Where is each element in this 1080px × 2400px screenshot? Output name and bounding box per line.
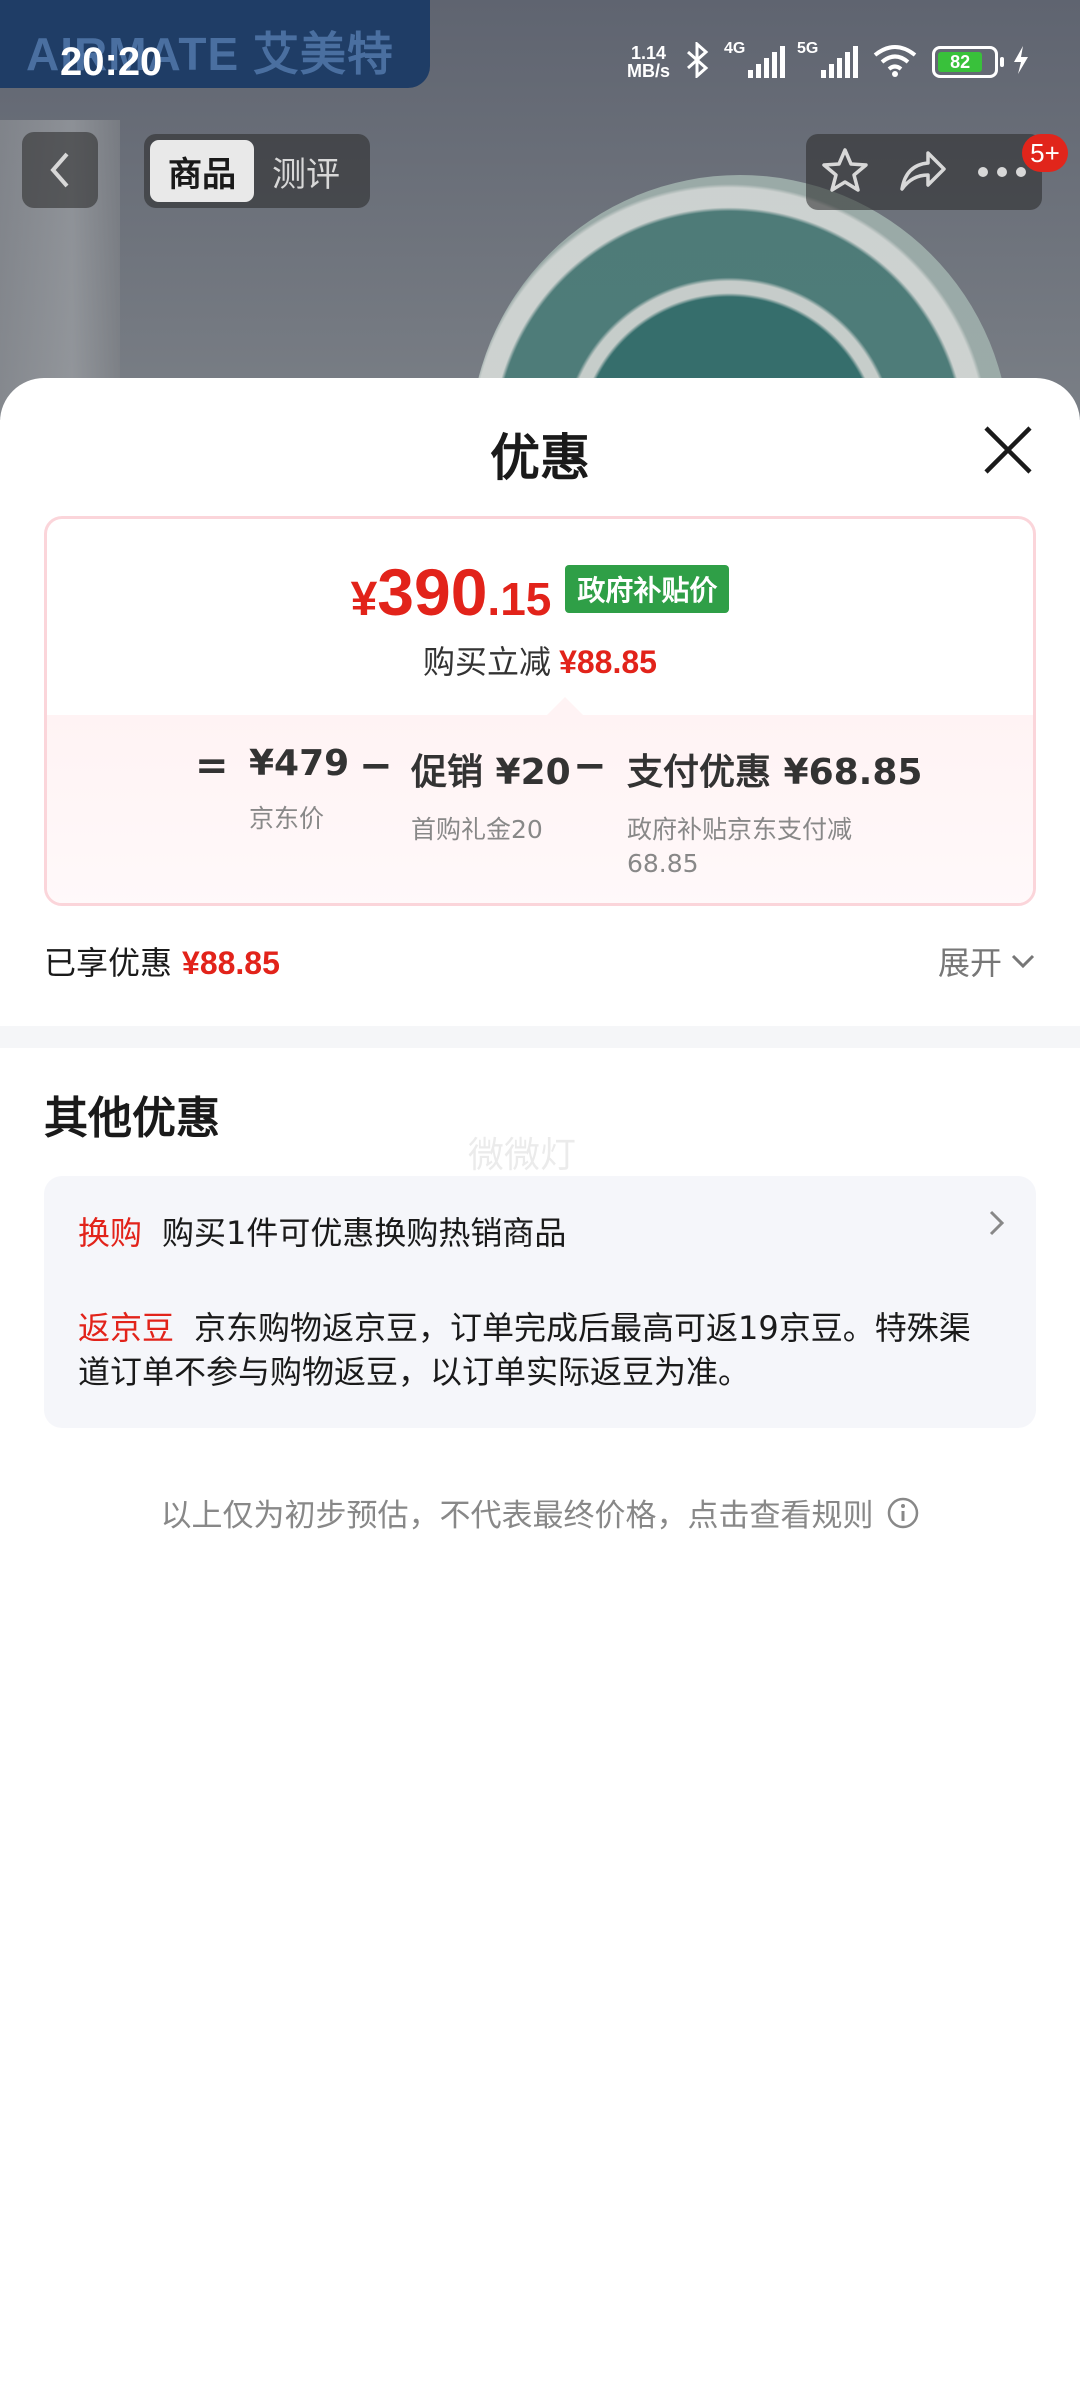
jd-beans-offer: 返京豆 京东购物返京豆，订单完成后最高可返19京豆。特殊渠道订单不参与购物返豆，以… <box>78 1306 998 1394</box>
promotion-label: 首购礼金20 <box>411 815 543 844</box>
payment-discount-label: 政府补贴京东支付减 68.85 <box>627 813 922 881</box>
favorite-star-icon[interactable] <box>821 146 869 198</box>
price-breakdown: = ¥479 京东价 − 促销 ¥20 首购礼金20 − 支付优惠 ¥68.85… <box>47 697 1033 903</box>
status-icons: 1.14 MB/s 4G 5G 82 <box>627 40 1030 82</box>
jd-price-label: 京东价 <box>249 804 325 833</box>
more-icon[interactable] <box>977 163 1027 182</box>
section-divider <box>0 1026 1080 1048</box>
other-offers-title: 其他优惠 <box>44 1093 220 1144</box>
trade-in-offer[interactable]: 换购 购买1件可优惠换购热销商品 <box>78 1208 566 1254</box>
chevron-left-icon <box>50 152 69 188</box>
signal-4g-label: 4G <box>724 40 746 57</box>
instant-discount-amount: ¥88.85 <box>559 644 657 680</box>
expand-button[interactable]: 展开 <box>938 938 1036 984</box>
jd-beans-tag: 返京豆 <box>78 1309 175 1347</box>
rules-footnote[interactable]: 以上仅为初步预估，不代表最终价格，点击查看规则 <box>0 1490 1080 1535</box>
status-bar: 20:20 1.14 MB/s 4G 5G 82 <box>0 0 1080 120</box>
breakdown-promotion: 促销 ¥20 首购礼金20 <box>411 743 571 847</box>
close-button[interactable] <box>978 420 1038 480</box>
network-speed-value: 1.14 <box>630 43 667 63</box>
chevron-right-icon[interactable] <box>988 1208 1006 1242</box>
wifi-icon <box>872 43 918 81</box>
minus-sign: − <box>359 743 393 789</box>
signal-5g-label: 5G <box>797 40 819 57</box>
jd-price-value: ¥479 <box>249 743 350 784</box>
tab-review[interactable]: 测评 <box>254 140 358 202</box>
network-speed-unit: MB/s <box>626 61 670 81</box>
breakdown-jd-price: ¥479 京东价 <box>249 743 349 836</box>
charging-icon <box>1012 45 1030 79</box>
price-summary-card: ¥390.15 政府补贴价 购买立减 ¥88.85 = ¥479 京东价 − 促销… <box>44 516 1036 906</box>
trade-in-tag: 换购 <box>78 1214 143 1252</box>
payment-discount-label-line2: 68.85 <box>627 849 699 878</box>
network-speed: 1.14 MB/s <box>627 44 670 80</box>
expand-label: 展开 <box>937 944 1002 982</box>
payment-discount-value: 支付优惠 ¥68.85 <box>627 752 923 793</box>
close-icon <box>984 426 1032 474</box>
message-count-badge: 5+ <box>1022 134 1068 172</box>
signal-4g-icon: 4G <box>724 40 785 78</box>
status-time: 20:20 <box>60 40 163 84</box>
price-decimal: .15 <box>487 573 552 625</box>
enjoyed-discount-label: 已享优惠 <box>44 944 173 982</box>
enjoyed-discount-amount: ¥88.85 <box>182 945 280 981</box>
footnote-text: 以上仅为初步预估，不代表最终价格，点击查看规则 <box>160 1498 874 1534</box>
equals-sign: = <box>195 743 229 789</box>
back-button[interactable] <box>22 132 98 208</box>
sheet-title: 优惠 <box>490 429 590 487</box>
watermark-text: 微微灯 <box>468 1135 577 1176</box>
final-price: ¥390.15 <box>351 559 552 625</box>
breakdown-payment-discount: 支付优惠 ¥68.85 政府补贴京东支付减 68.85 <box>627 743 922 881</box>
battery-level: 82 <box>938 52 983 72</box>
tab-switcher: 商品 测评 <box>144 134 370 208</box>
minus-sign: − <box>573 743 607 789</box>
enjoyed-discount: 已享优惠 ¥88.85 <box>44 938 280 984</box>
bluetooth-icon <box>684 40 712 82</box>
other-offers-card: 换购 购买1件可优惠换购热销商品 返京豆 京东购物返京豆，订单完成后最高可返19京… <box>44 1176 1036 1428</box>
trade-in-text: 购买1件可优惠换购热销商品 <box>162 1214 567 1252</box>
discount-sheet: 优惠 ¥390.15 政府补贴价 购买立减 ¥88.85 = ¥479 京东价 −… <box>0 378 1080 2400</box>
battery-icon: 82 <box>932 46 1004 78</box>
price-integer: 390 <box>377 555 488 629</box>
gov-subsidy-tag: 政府补贴价 <box>565 565 730 613</box>
price-currency: ¥ <box>350 573 378 626</box>
info-icon <box>887 1497 918 1528</box>
share-icon[interactable] <box>898 147 948 197</box>
instant-discount-line: 购买立减 ¥88.85 <box>47 637 1033 683</box>
chevron-down-icon <box>1011 954 1035 969</box>
jd-beans-text: 京东购物返京豆，订单完成后最高可返19京豆。特殊渠道订单不参与购物返豆，以订单实… <box>78 1309 971 1391</box>
promotion-value: 促销 ¥20 <box>411 752 571 793</box>
signal-5g-icon: 5G <box>797 40 858 78</box>
tab-product[interactable]: 商品 <box>150 140 254 202</box>
payment-discount-label-line1: 政府补贴京东支付减 <box>627 815 853 844</box>
final-price-row: ¥390.15 政府补贴价 <box>47 559 1033 625</box>
top-action-group <box>806 134 1042 210</box>
instant-discount-label: 购买立减 <box>423 643 552 681</box>
